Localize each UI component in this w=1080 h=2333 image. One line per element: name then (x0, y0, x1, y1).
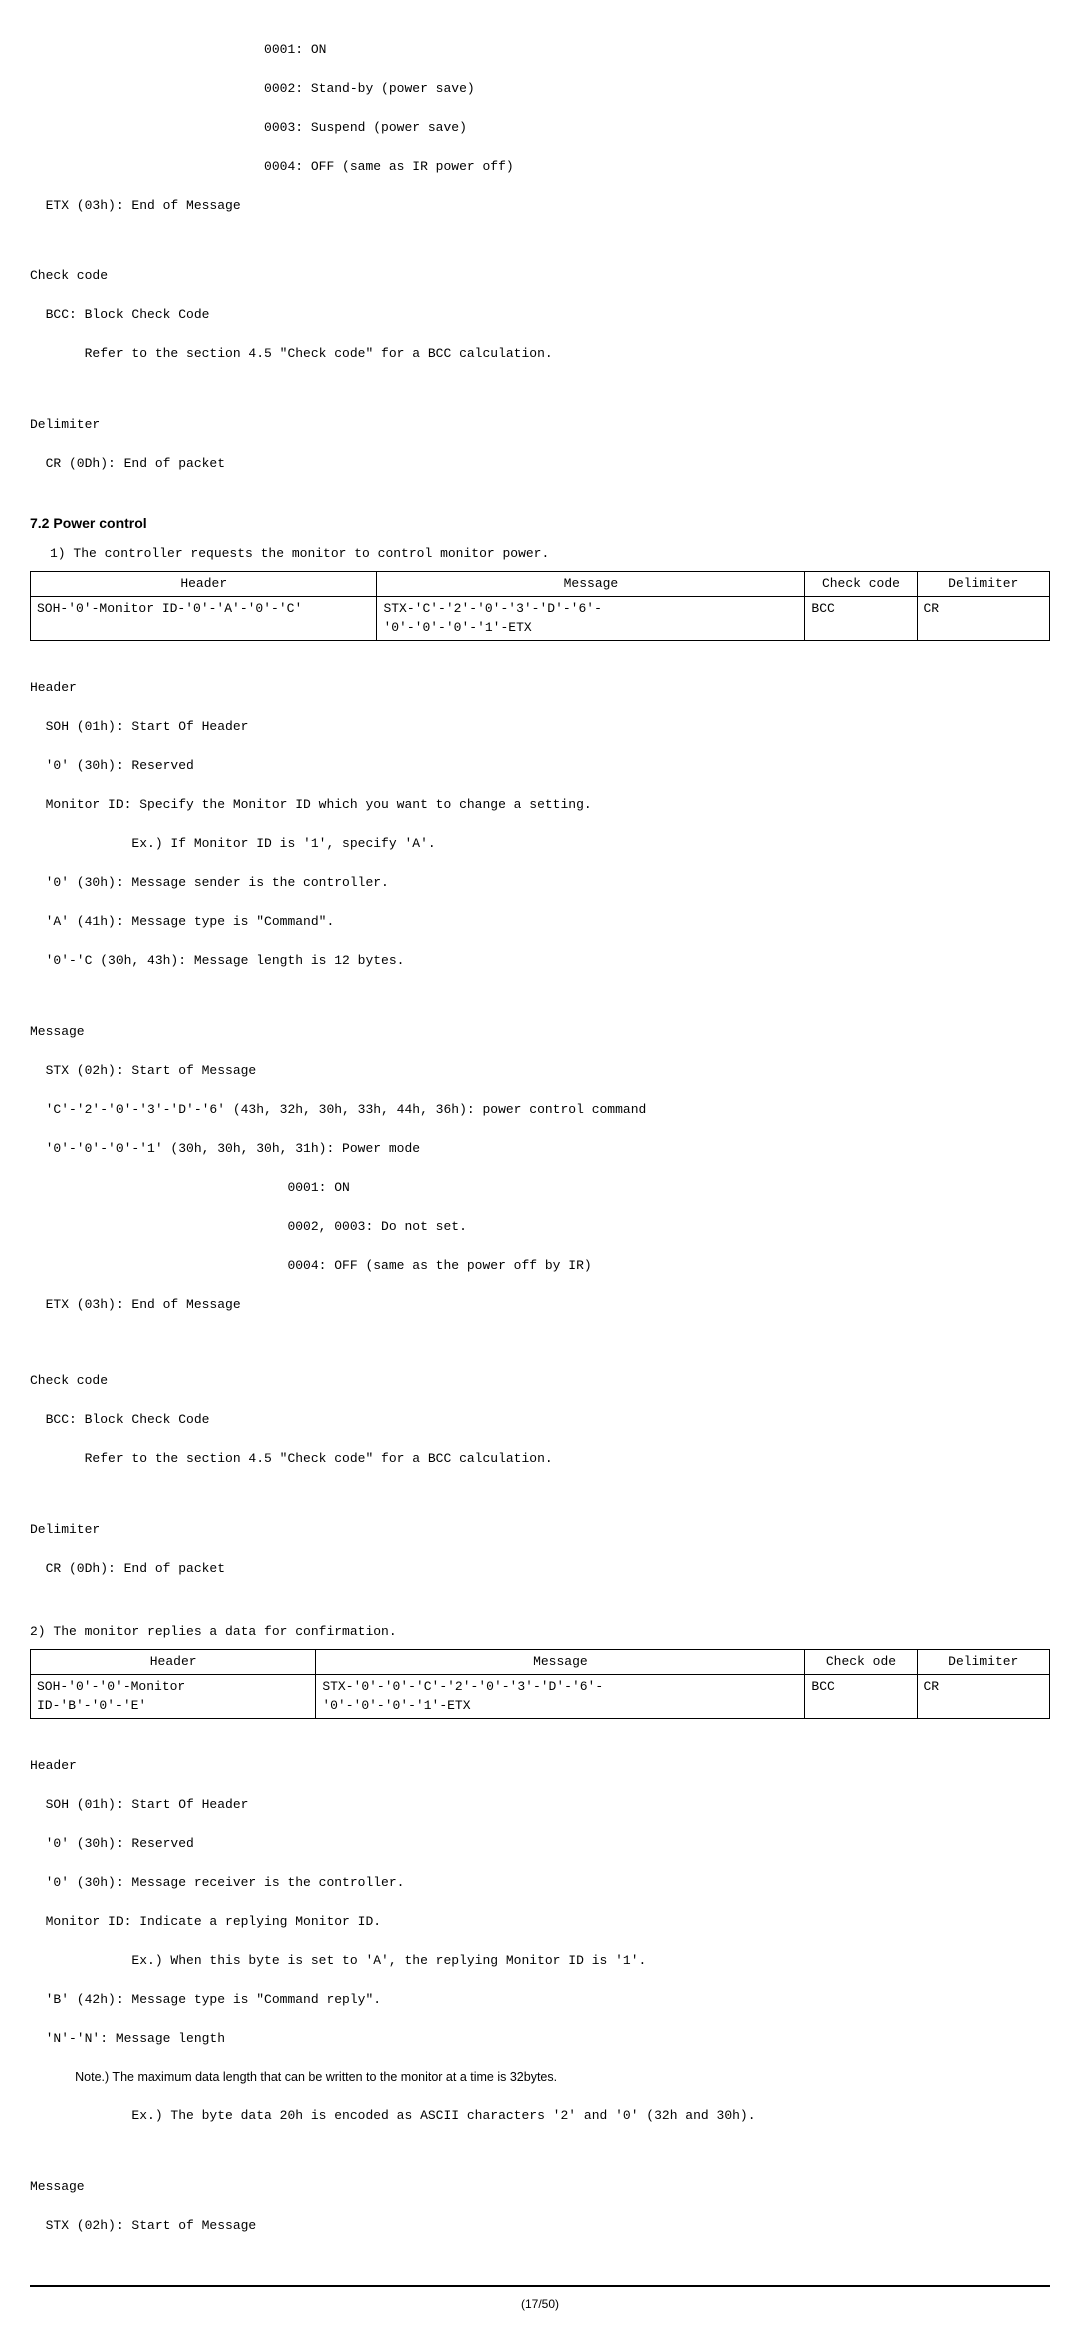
header-line: 'A' (41h): Message type is "Command". (30, 912, 1050, 932)
th-header: Header (31, 572, 377, 597)
header-block-2: Header SOH (01h): Start Of Header '0' (3… (30, 1737, 1050, 2146)
message-line: 0004: OFF (same as the power off by IR) (30, 1256, 1050, 1276)
td-header: SOH-'0'-'0'-Monitor ID-'B'-'0'-'E' (31, 1674, 316, 1718)
check-code-heading: Check code (30, 266, 1050, 286)
header-line: SOH (01h): Start Of Header (30, 1795, 1050, 1815)
message-line: STX (02h): Start of Message (30, 1061, 1050, 1081)
check-code-heading: Check code (30, 1371, 1050, 1391)
message-line: 'C'-'2'-'0'-'3'-'D'-'6' (43h, 32h, 30h, … (30, 1100, 1050, 1120)
delimiter-heading: Delimiter (30, 1520, 1050, 1540)
td-message: STX-'C'-'2'-'0'-'3'-'D'-'6'- '0'-'0'-'0'… (377, 596, 805, 640)
table-request: Header Message Check code Delimiter SOH-… (30, 571, 1050, 641)
delimiter-block-2: Delimiter CR (0Dh): End of packet (30, 1500, 1050, 1598)
message-line: 0002, 0003: Do not set. (30, 1217, 1050, 1237)
reply-intro: 2) The monitor replies a data for confir… (30, 1622, 1050, 1642)
header-heading: Header (30, 678, 1050, 698)
header-line: Monitor ID: Specify the Monitor ID which… (30, 795, 1050, 815)
td-checkcode: BCC (805, 596, 917, 640)
code-line: 0002: Stand-by (power save) (30, 79, 1050, 99)
td-header: SOH-'0'-Monitor ID-'0'-'A'-'0'-'C' (31, 596, 377, 640)
code-line: 0001: ON (30, 40, 1050, 60)
message-heading: Message (30, 2177, 1050, 2197)
bcc-line: BCC: Block Check Code (30, 1410, 1050, 1430)
table-reply: Header Message Check ode Delimiter SOH-'… (30, 1649, 1050, 1719)
header-line: Ex.) When this byte is set to 'A', the r… (30, 1951, 1050, 1971)
intro-line: 1) The controller requests the monitor t… (50, 544, 1050, 564)
header-line: Ex.) The byte data 20h is encoded as ASC… (30, 2106, 1050, 2126)
message-block-2: Message STX (02h): Start of Message (30, 2157, 1050, 2255)
bcc-ref-line: Refer to the section 4.5 "Check code" fo… (30, 344, 1050, 364)
etx-line: ETX (03h): End of Message (30, 196, 1050, 216)
header-block: Header SOH (01h): Start Of Header '0' (3… (30, 659, 1050, 991)
message-line: '0'-'0'-'0'-'1' (30h, 30h, 30h, 31h): Po… (30, 1139, 1050, 1159)
bcc-line: BCC: Block Check Code (30, 305, 1050, 325)
code-line: 0003: Suspend (power save) (30, 118, 1050, 138)
message-line: STX (02h): Start of Message (30, 2216, 1050, 2236)
header-heading: Header (30, 1756, 1050, 1776)
th-checkode: Check ode (805, 1650, 917, 1675)
th-header: Header (31, 1650, 316, 1675)
th-message: Message (377, 572, 805, 597)
th-delimiter: Delimiter (917, 1650, 1050, 1675)
header-line: Note.) The maximum data length that can … (30, 2068, 1050, 2087)
message-block: Message STX (02h): Start of Message 'C'-… (30, 1002, 1050, 1334)
page-footer: (17/50) (30, 2285, 1050, 2313)
header-line: SOH (01h): Start Of Header (30, 717, 1050, 737)
header-line: 'N'-'N': Message length (30, 2029, 1050, 2049)
td-delimiter: CR (917, 1674, 1050, 1718)
message-line: 0001: ON (30, 1178, 1050, 1198)
header-line: '0' (30h): Message receiver is the contr… (30, 1873, 1050, 1893)
pre-codes-block: 0001: ON 0002: Stand-by (power save) 000… (30, 20, 1050, 235)
message-line: ETX (03h): End of Message (30, 1295, 1050, 1315)
delimiter-block: Delimiter CR (0Dh): End of packet (30, 395, 1050, 493)
header-line: 'B' (42h): Message type is "Command repl… (30, 1990, 1050, 2010)
delimiter-heading: Delimiter (30, 415, 1050, 435)
code-line: 0004: OFF (same as IR power off) (30, 157, 1050, 177)
check-code-block: Check code BCC: Block Check Code Refer t… (30, 247, 1050, 384)
td-message: STX-'0'-'0'-'C'-'2'-'0'-'3'-'D'-'6'- '0'… (316, 1674, 805, 1718)
td-checkcode: BCC (805, 1674, 917, 1718)
header-line: '0' (30h): Reserved (30, 756, 1050, 776)
bcc-ref-line: Refer to the section 4.5 "Check code" fo… (30, 1449, 1050, 1469)
header-line: '0' (30h): Message sender is the control… (30, 873, 1050, 893)
th-message: Message (316, 1650, 805, 1675)
header-line: Ex.) If Monitor ID is '1', specify 'A'. (30, 834, 1050, 854)
cr-line: CR (0Dh): End of packet (30, 1559, 1050, 1579)
header-line: '0' (30h): Reserved (30, 1834, 1050, 1854)
header-line: '0'-'C (30h, 43h): Message length is 12 … (30, 951, 1050, 971)
check-code-block-2: Check code BCC: Block Check Code Refer t… (30, 1352, 1050, 1489)
td-delimiter: CR (917, 596, 1050, 640)
th-checkcode: Check code (805, 572, 917, 597)
message-heading: Message (30, 1022, 1050, 1042)
cr-line: CR (0Dh): End of packet (30, 454, 1050, 474)
header-line: Monitor ID: Indicate a replying Monitor … (30, 1912, 1050, 1932)
th-delimiter: Delimiter (917, 572, 1050, 597)
section-title: 7.2 Power control (30, 513, 1050, 534)
